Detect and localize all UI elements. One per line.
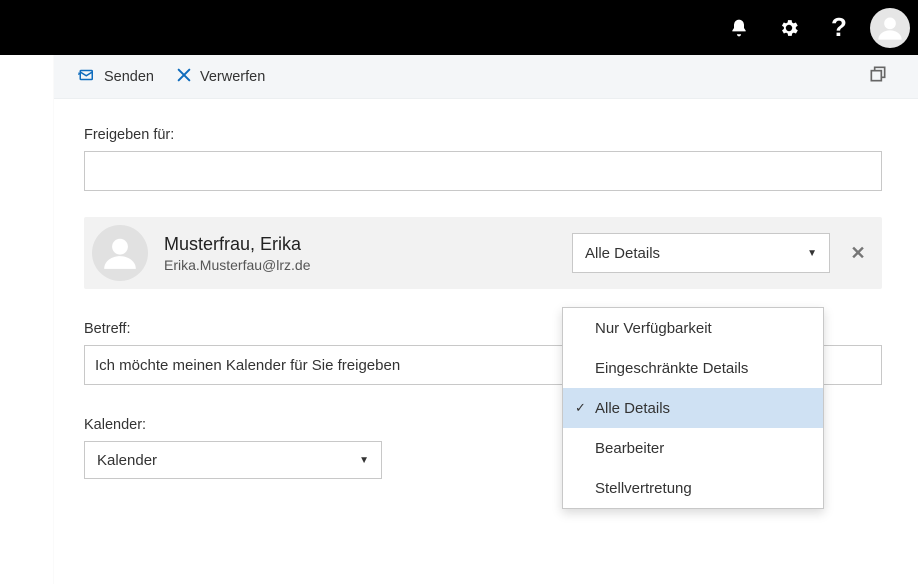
send-icon xyxy=(78,66,96,88)
gear-icon[interactable] xyxy=(764,3,814,53)
calendar-select[interactable]: Kalender ▼ xyxy=(84,441,382,479)
help-icon[interactable]: ? xyxy=(814,3,864,53)
permission-option-availability[interactable]: Nur Verfügbarkeit xyxy=(563,308,823,348)
calendar-selected-label: Kalender xyxy=(97,452,157,469)
avatar-icon xyxy=(92,225,148,281)
recipient-email: Erika.Musterfau@lrz.de xyxy=(164,257,310,273)
permission-option-delegate[interactable]: Stellvertretung xyxy=(563,468,823,508)
user-avatar[interactable] xyxy=(870,8,910,48)
share-with-label: Freigeben für: xyxy=(84,127,882,143)
remove-recipient-button[interactable]: ✕ xyxy=(846,243,870,264)
recipient-name: Musterfrau, Erika xyxy=(164,234,310,255)
recipient-row: Musterfrau, Erika Erika.Musterfau@lrz.de… xyxy=(84,217,882,289)
discard-button[interactable]: Verwerfen xyxy=(176,67,265,87)
chevron-down-icon: ▼ xyxy=(807,248,817,259)
permission-option-limited[interactable]: Eingeschränkte Details xyxy=(563,348,823,388)
popout-icon[interactable] xyxy=(868,64,888,89)
top-navbar: ? xyxy=(0,0,918,55)
close-icon xyxy=(176,67,192,87)
permission-option-editor[interactable]: Bearbeiter xyxy=(563,428,823,468)
chevron-down-icon: ▼ xyxy=(359,455,369,466)
compose-toolbar: Senden Verwerfen xyxy=(54,55,918,99)
permission-dropdown: Nur Verfügbarkeit Eingeschränkte Details… xyxy=(562,307,824,509)
permission-option-all-details[interactable]: ✓ Alle Details xyxy=(563,388,823,428)
permission-select[interactable]: Alle Details ▼ xyxy=(572,233,830,273)
bell-icon[interactable] xyxy=(714,3,764,53)
permission-selected-label: Alle Details xyxy=(585,245,660,262)
send-label: Senden xyxy=(104,69,154,85)
check-icon: ✓ xyxy=(575,400,586,416)
share-with-input[interactable] xyxy=(84,151,882,191)
left-gutter xyxy=(0,55,54,584)
discard-label: Verwerfen xyxy=(200,69,265,85)
send-button[interactable]: Senden xyxy=(78,66,154,88)
